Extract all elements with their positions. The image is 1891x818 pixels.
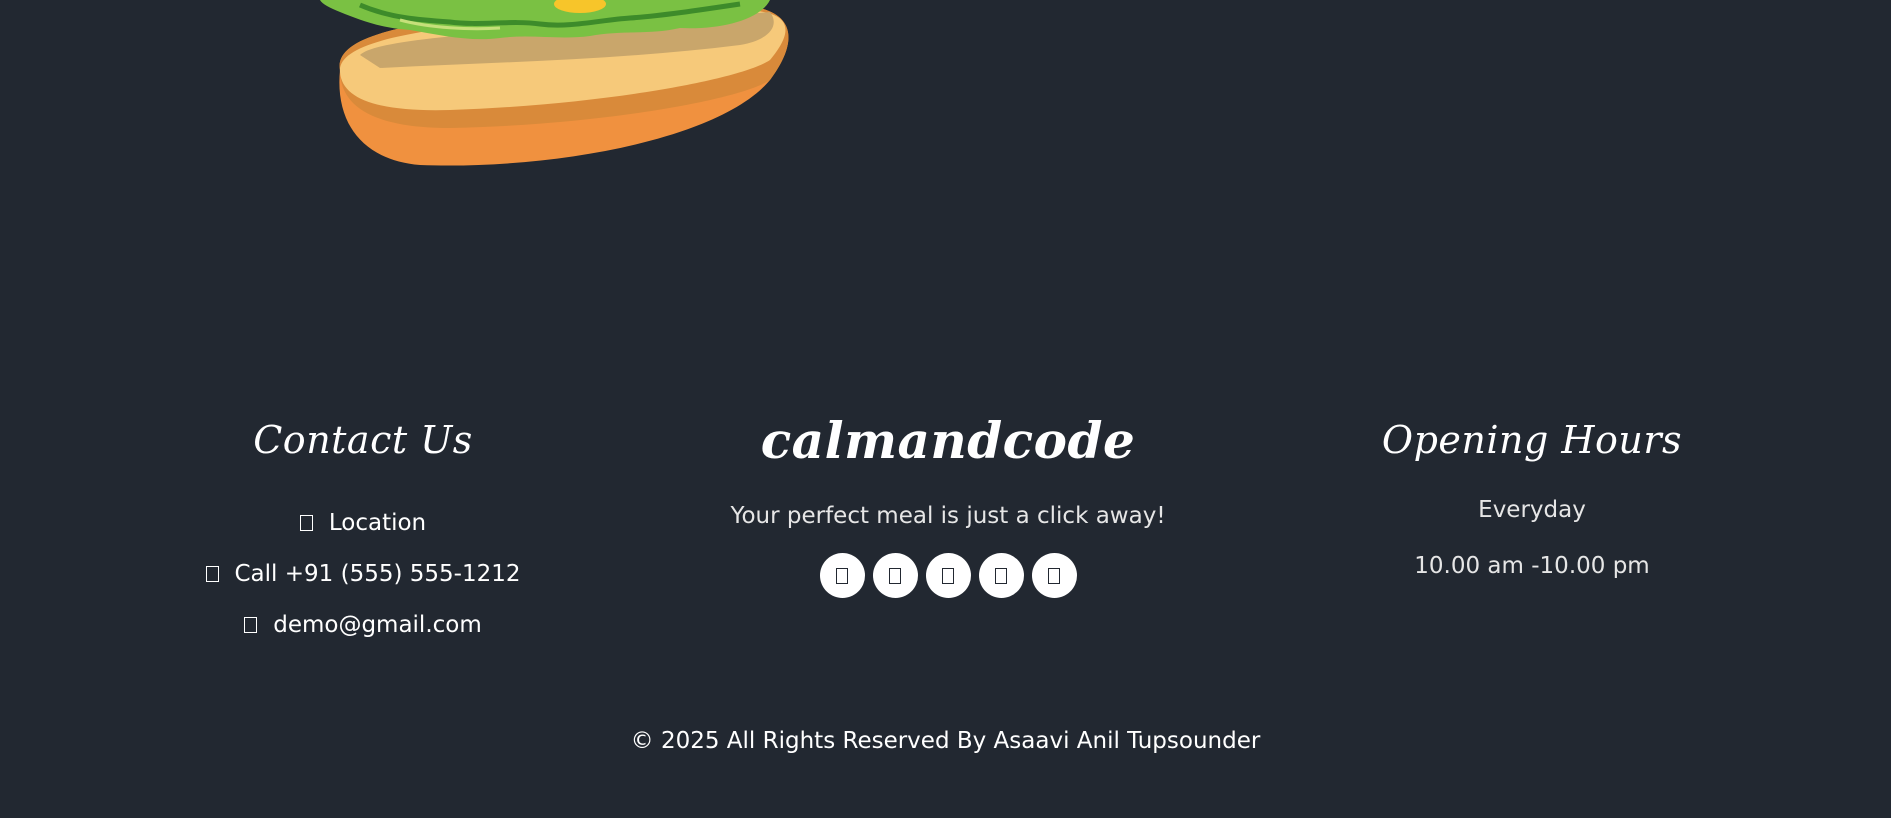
brand-tagline: Your perfect meal is just a click away!: [730, 503, 1166, 529]
contact-phone-label: Call +91 (555) 555-1212: [234, 560, 521, 587]
instagram-icon: [995, 567, 1007, 584]
phone-icon: [205, 565, 219, 582]
brand-name[interactable]: calmandcode: [696, 401, 1200, 481]
twitter-button[interactable]: [872, 553, 918, 598]
contact-phone[interactable]: Call +91 (555) 555-1212: [163, 548, 563, 599]
map-marker-icon: [299, 514, 313, 531]
linkedin-icon: [942, 567, 954, 584]
contact-section: Contact Us Location Call +91 (555) 555-1…: [163, 405, 563, 650]
hours-time: 10.00 am -10.00 pm: [1414, 553, 1650, 579]
instagram-button[interactable]: [978, 553, 1024, 598]
contact-location[interactable]: Location: [163, 497, 563, 548]
contact-title: Contact Us: [253, 418, 473, 462]
facebook-icon: [836, 567, 848, 584]
hours-title: Opening Hours: [1381, 418, 1683, 462]
contact-email-label: demo@gmail.com: [273, 611, 482, 638]
brand-section: calmandcode Your perfect meal is just a …: [696, 405, 1200, 598]
contact-email[interactable]: demo@gmail.com: [163, 599, 563, 650]
social-links: [696, 553, 1200, 598]
footer-page: Contact Us Location Call +91 (555) 555-1…: [0, 0, 1891, 818]
contact-list: Location Call +91 (555) 555-1212 demo@gm…: [163, 497, 563, 650]
copyright-text: © 2025 All Rights Reserved By Asaavi Ani…: [630, 728, 1261, 754]
twitter-icon: [889, 567, 901, 584]
envelope-icon: [244, 616, 258, 633]
pinterest-button[interactable]: [1031, 553, 1077, 598]
burger-image: [320, 0, 789, 166]
linkedin-button[interactable]: [925, 553, 971, 598]
pinterest-icon: [1048, 567, 1060, 584]
facebook-button[interactable]: [819, 553, 865, 598]
contact-location-label: Location: [328, 509, 427, 536]
hours-section: Opening Hours Everyday 10.00 am -10.00 p…: [1332, 405, 1732, 579]
hours-day: Everyday: [1478, 497, 1586, 523]
